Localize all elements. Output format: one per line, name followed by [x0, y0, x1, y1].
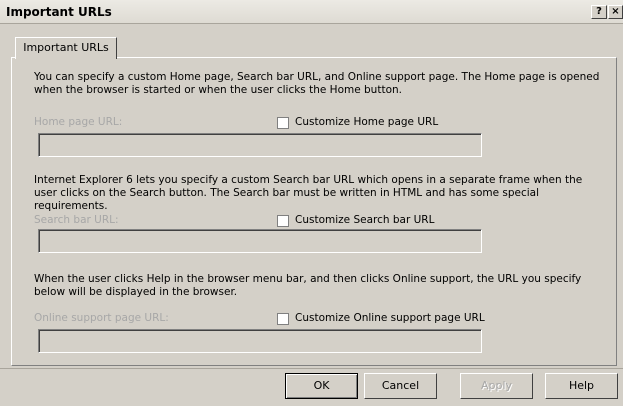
- home-url-input[interactable]: [38, 133, 482, 157]
- search-description: Internet Explorer 6 lets you specify a c…: [34, 174, 583, 212]
- support-url-label: Online support page URL:: [34, 312, 169, 324]
- window-title: Important URLs: [6, 5, 112, 19]
- customize-support-label: Customize Online support page URL: [295, 312, 485, 324]
- support-url-input[interactable]: [38, 329, 482, 353]
- help-button[interactable]: Help: [545, 373, 618, 399]
- search-url-label: Search bar URL:: [34, 214, 119, 226]
- search-url-input[interactable]: [38, 229, 482, 253]
- home-url-label: Home page URL:: [34, 116, 123, 128]
- cancel-button[interactable]: Cancel: [364, 373, 437, 399]
- support-description: When the user clicks Help in the browser…: [34, 273, 582, 298]
- apply-button[interactable]: Apply: [460, 373, 533, 399]
- footer-divider: [0, 368, 623, 369]
- title-bar: Important URLs ? ×: [0, 0, 623, 24]
- home-description: You can specify a custom Home page, Sear…: [34, 71, 600, 96]
- customize-home-label: Customize Home page URL: [295, 116, 439, 128]
- customize-support-checkbox[interactable]: [277, 313, 289, 325]
- tab-important-urls[interactable]: Important URLs: [15, 37, 117, 59]
- customize-home-checkbox[interactable]: [277, 117, 289, 129]
- customize-search-checkbox[interactable]: [277, 215, 289, 227]
- customize-search-label: Customize Search bar URL: [295, 214, 435, 226]
- help-icon[interactable]: ?: [591, 5, 607, 19]
- close-icon[interactable]: ×: [608, 5, 623, 19]
- ok-button[interactable]: OK: [285, 373, 358, 399]
